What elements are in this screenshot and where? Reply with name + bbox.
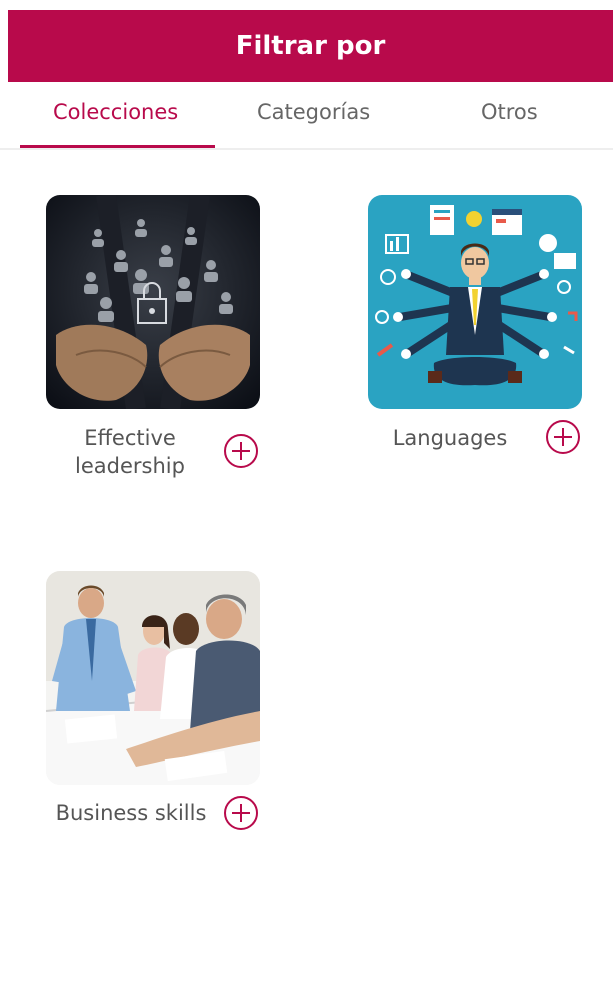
plus-circle-icon — [224, 796, 258, 830]
page-title: Filtrar por — [235, 31, 386, 61]
header-bar: Filtrar por — [8, 10, 613, 82]
collection-label-line1: Effective — [84, 426, 176, 450]
collection-label-line2: leadership — [75, 454, 185, 478]
add-business-skills-button[interactable] — [223, 795, 259, 831]
collection-label-languages: Languages — [392, 426, 508, 450]
tab-otros[interactable]: Otros — [481, 100, 538, 124]
collection-label-business-skills: Business skills — [55, 801, 207, 825]
add-effective-leadership-button[interactable] — [223, 433, 259, 469]
plus-circle-icon — [546, 420, 580, 454]
active-tab-indicator — [20, 145, 215, 148]
collection-thumbnail-business-skills[interactable] — [46, 571, 260, 785]
collection-label-effective-leadership: Effective leadership — [60, 424, 200, 480]
plus-circle-icon — [224, 434, 258, 468]
filter-tabs: Colecciones Categorías Otros — [0, 82, 613, 150]
add-languages-button[interactable] — [545, 419, 581, 455]
business-meeting-photo — [46, 571, 260, 785]
leadership-hands-lock-photo — [46, 195, 260, 409]
collection-thumbnail-languages[interactable] — [368, 195, 582, 409]
collection-thumbnail-leadership[interactable] — [46, 195, 260, 409]
tab-categorias[interactable]: Categorías — [257, 100, 370, 124]
tab-colecciones[interactable]: Colecciones — [53, 100, 178, 124]
multitasking-businessman-illustration — [368, 195, 582, 409]
